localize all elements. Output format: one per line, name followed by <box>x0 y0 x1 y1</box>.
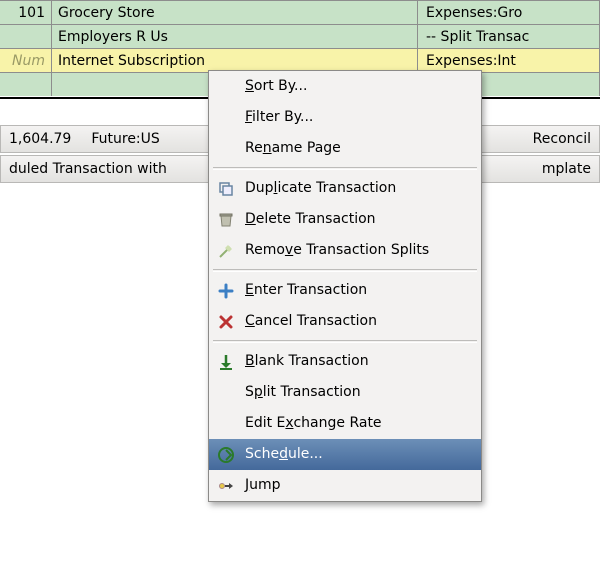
duplicate-icon <box>217 180 235 198</box>
menu-cancel-transaction[interactable]: Cancel Transaction <box>209 306 481 337</box>
row-desc[interactable]: Employers R Us <box>52 25 418 48</box>
schedule-icon <box>217 446 235 464</box>
menu-split-transaction[interactable]: Split Transaction <box>209 377 481 408</box>
arrow-down-icon <box>217 353 235 371</box>
row-id: 101 <box>0 1 52 24</box>
menu-duplicate-transaction[interactable]: Duplicate Transaction <box>209 173 481 204</box>
jump-icon <box>217 477 235 495</box>
menu-filter-by[interactable]: Filter By... <box>209 102 481 133</box>
menu-delete-transaction[interactable]: Delete Transaction <box>209 204 481 235</box>
broom-icon <box>217 242 235 260</box>
future-label: Future:US <box>91 131 159 147</box>
plus-icon <box>217 282 235 300</box>
menu-rename-page[interactable]: Rename Page <box>209 133 481 164</box>
cancel-icon <box>217 313 235 331</box>
row-desc[interactable]: Internet Subscription <box>52 49 418 72</box>
row-acct[interactable]: -- Split Transac <box>418 25 600 48</box>
tip-right: mplate <box>542 161 591 177</box>
menu-jump[interactable]: Jump <box>209 470 481 501</box>
menu-separator <box>213 340 477 343</box>
row-acct[interactable]: Expenses:Int <box>418 49 600 72</box>
row-id <box>0 73 52 96</box>
tip-text: duled Transaction with <box>9 161 167 177</box>
menu-enter-transaction[interactable]: Enter Transaction <box>209 275 481 306</box>
row-id <box>0 25 52 48</box>
row-acct[interactable]: Expenses:Gro <box>418 1 600 24</box>
table-row[interactable]: Employers R Us -- Split Transac <box>0 24 600 48</box>
menu-sort-by[interactable]: Sort By... <box>209 71 481 102</box>
menu-separator <box>213 167 477 170</box>
menu-remove-splits[interactable]: Remove Transaction Splits <box>209 235 481 266</box>
balance-value: 1,604.79 <box>9 131 71 147</box>
row-id: Num <box>0 49 52 72</box>
table-row[interactable]: 101 Grocery Store Expenses:Gro <box>0 0 600 24</box>
trash-icon <box>217 211 235 229</box>
row-desc[interactable]: Grocery Store <box>52 1 418 24</box>
table-row-selected[interactable]: Num Internet Subscription Expenses:Int <box>0 48 600 72</box>
menu-blank-transaction[interactable]: Blank Transaction <box>209 346 481 377</box>
reconcile-label: Reconcil <box>533 131 591 147</box>
menu-separator <box>213 269 477 272</box>
menu-schedule[interactable]: Schedule... <box>209 439 481 470</box>
context-menu: Sort By... Filter By... Rename Page Dupl… <box>208 70 482 502</box>
menu-edit-exchange-rate[interactable]: Edit Exchange Rate <box>209 408 481 439</box>
